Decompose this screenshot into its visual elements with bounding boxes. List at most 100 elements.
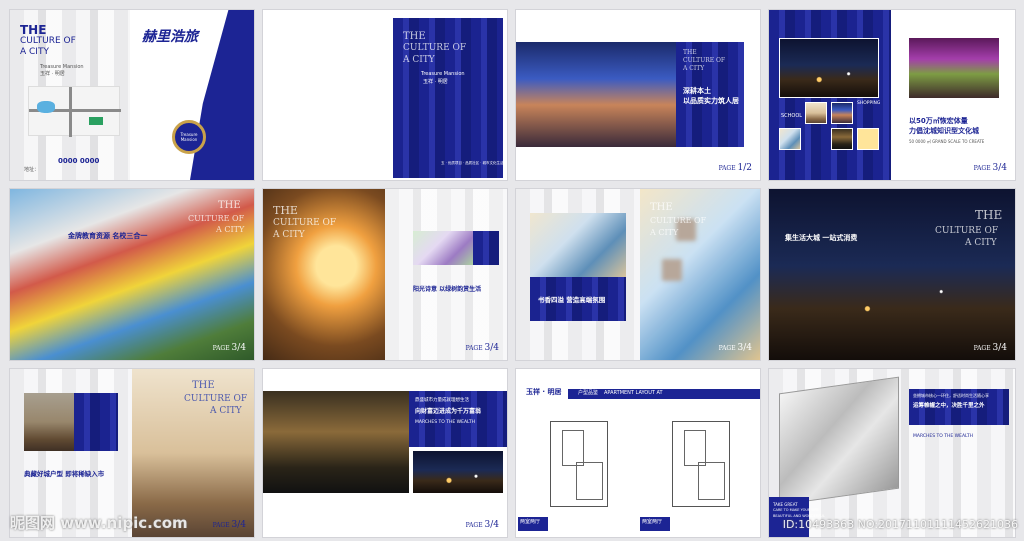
stripe-background [385, 189, 507, 360]
blurred-face [662, 259, 682, 281]
slogan-line-2: CARE TO MAKE YOUR LIFE [773, 508, 819, 512]
page-number: PAGE 3/4 [465, 343, 499, 353]
sunlight-city: A CITY [273, 230, 305, 240]
page-number: PAGE 3/4 [465, 520, 499, 530]
amenity-thumb-3 [779, 128, 801, 150]
plan-tag-right-text: 两室两厅 [642, 519, 663, 525]
label-school: SCHOOL [781, 113, 803, 119]
education-heading: 书香四溢 营造高端氛围 [538, 296, 606, 304]
wealth-heading: 向财富迈进成为千万富翁 [415, 408, 482, 415]
spread-nightlife[interactable]: THE CULTURE OF A CITY 集生活大城 一站式消费 PAGE 3… [769, 189, 1015, 360]
city-street-photo [516, 42, 676, 147]
night-culture: CULTURE OF [935, 226, 999, 236]
slogan-line-1: TAKE GREAT [773, 502, 798, 507]
street-culture: CULTURE OF [683, 57, 726, 64]
sunlight-culture: CULTURE OF [273, 218, 337, 228]
education-city: A CITY [650, 228, 679, 237]
title-footer: 玉 · 优质项目 · 品质社区 · 城市文化生活 [441, 161, 504, 165]
spread-cover[interactable]: THE CULTURE OF A CITY Treasure Mansion 玉… [10, 10, 254, 180]
floorplan-right[interactable] [672, 421, 730, 507]
spread-title[interactable]: THE CULTURE OF A CITY Treasure Mansion 玉… [263, 10, 507, 180]
reading-photo [530, 213, 626, 277]
street-heading-1: 深耕本土 [683, 87, 711, 95]
title-sub-en: Treasure Mansion [421, 71, 465, 77]
sunlight-inset-bar [473, 231, 499, 265]
wealth-top-text: 鼎盛城市力量成就理想生活 [415, 398, 469, 403]
brand-logo: 赫里浩旅 [142, 29, 198, 45]
interior-bar [74, 393, 118, 451]
school-city: A CITY [216, 225, 245, 234]
night-city: A CITY [965, 238, 997, 248]
spread-floorplan[interactable]: 玉祥 · 明居 户型品鉴 APARTMENT LAYOUT AT 两室两厅 两室… [516, 369, 760, 537]
page-number: PAGE 1/2 [718, 163, 752, 173]
amenity-thumb-2 [831, 102, 853, 124]
title-city: A CITY [403, 55, 435, 65]
school-the: THE [218, 200, 241, 211]
page-number: PAGE 3/4 [212, 520, 246, 530]
interior-heading: 典藏好城户型 即将稀缺入市 [24, 470, 105, 478]
cover-title-city: A CITY [20, 47, 49, 57]
street-heading-2: 以品质实力筑人居 [683, 97, 739, 105]
street-city: A CITY [683, 65, 705, 72]
page-number: PAGE 3/4 [718, 343, 752, 353]
cover-title-the: THE [20, 23, 47, 37]
medallion-text: Treasure Mansion [180, 132, 198, 142]
title-the: THE [403, 31, 426, 42]
street-the: THE [683, 49, 697, 56]
plan-heading: 运筹帷幄之中，决胜千里之外 [913, 403, 985, 409]
cover-medallion: Treasure Mansion [172, 120, 206, 154]
spread-3d-plan[interactable]: 坐拥城市核心一环住，舒适时尚生活随心享 运筹帷幄之中，决胜千里之外 MARCHE… [769, 369, 1015, 537]
floorplan-section: 户型品鉴 [578, 390, 599, 396]
scale-heading-2: 力倡沈城知识型文化城 [909, 127, 979, 135]
location-map [28, 86, 121, 137]
label-shopping: SHOPPING [857, 101, 881, 106]
amenity-thumb-4 [831, 128, 853, 150]
id-watermark: ID:10493363 NO:20171101111452621036 [782, 518, 1018, 531]
brochure-board: THE CULTURE OF A CITY Treasure Mansion 玉… [0, 0, 1024, 541]
amenity-night-photo [779, 38, 879, 98]
interior-the: THE [192, 380, 215, 391]
education-culture: CULTURE OF [650, 216, 707, 225]
sunlight-inset-photo [413, 231, 473, 265]
address-text: 地址： [24, 167, 40, 173]
floorplan-logo: 玉祥 · 明居 [526, 388, 562, 396]
hotline-number: 0000 0000 [58, 157, 100, 165]
plan-top-text: 坐拥城市核心一环住，舒适时尚生活随心享 [913, 393, 989, 398]
tower-photo [909, 38, 999, 98]
spread-wealth[interactable]: 鼎盛城市力量成就理想生活 向财富迈进成为千万富翁 MARCHES TO THE … [263, 369, 507, 537]
interior-city: A CITY [210, 406, 242, 416]
cover-subtitle-en: Treasure Mansion [40, 64, 84, 70]
spread-amenities[interactable]: SCHOOL SHOPPING 以50万㎡恢宏体量 力倡沈城知识型文化城 50 … [769, 10, 1015, 180]
night-heading: 集生活大城 一站式消费 [785, 234, 858, 242]
school-culture: CULTURE OF [188, 214, 245, 223]
page-number: PAGE 3/4 [973, 343, 1007, 353]
education-the: THE [650, 202, 673, 213]
scale-heading-1: 以50万㎡恢宏体量 [909, 117, 968, 125]
cover-title-culture: CULTURE OF [20, 36, 76, 46]
title-culture: CULTURE OF [403, 43, 467, 53]
night-the: THE [975, 208, 1003, 222]
interior-small-photo [24, 393, 74, 451]
amenity-thumb-1 [805, 102, 827, 124]
wealth-en: MARCHES TO THE WEALTH [415, 420, 476, 425]
wealth-inset-photo [413, 451, 503, 493]
spread-city-street[interactable]: THE CULTURE OF A CITY 深耕本土 以品质实力筑人居 PAGE… [516, 10, 760, 180]
sunlight-heading: 阳光诗意 以绿树韵赏生活 [413, 286, 482, 293]
spread-sunlight[interactable]: THE CULTURE OF A CITY 阳光诗意 以绿树韵赏生活 PAGE … [263, 189, 507, 360]
cover-subtitle-cn: 玉祥 · 明居 [40, 71, 65, 77]
hotel-entrance-photo [263, 391, 409, 493]
cover-diagonal [190, 10, 254, 180]
floorplan-en: APARTMENT LAYOUT AT [604, 390, 663, 396]
isometric-plan [779, 376, 899, 506]
plan-en: MARCHES TO THE WEALTH [913, 434, 974, 439]
globe-photo [640, 189, 760, 360]
site-watermark: 昵图网 www.nipic.com [10, 514, 188, 532]
spread-education[interactable]: 书香四溢 营造高端氛围 THE CULTURE OF A CITY PAGE 3… [516, 189, 760, 360]
school-heading: 金牌教育资源 名校三合一 [68, 232, 148, 240]
title-sub-cn: 玉祥 · 明居 [423, 79, 448, 85]
floorplan-left[interactable] [550, 421, 608, 507]
interior-culture: CULTURE OF [184, 394, 248, 404]
page-number: PAGE 3/4 [212, 343, 246, 353]
page-number: PAGE 3/4 [973, 163, 1007, 173]
spread-school[interactable]: THE CULTURE OF A CITY 金牌教育资源 名校三合一 PAGE … [10, 189, 254, 360]
